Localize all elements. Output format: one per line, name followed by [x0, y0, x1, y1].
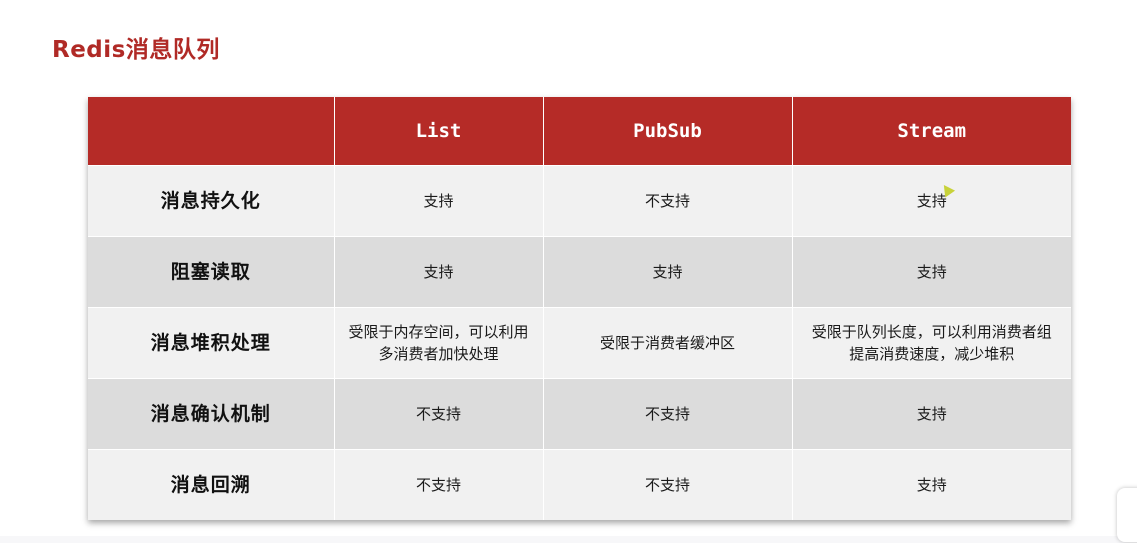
cell-stream: 支持 [792, 378, 1071, 450]
comparison-table: List PubSub Stream 消息持久化 支持 不支持 支持 阻塞读取 … [88, 97, 1071, 520]
cell-stream: 支持 [792, 165, 1071, 237]
cell-pubsub: 支持 [543, 236, 793, 308]
row-label: 消息确认机制 [88, 378, 335, 450]
table-row: 消息确认机制 不支持 不支持 支持 [88, 378, 1071, 450]
cell-list: 受限于内存空间，可以利用多消费者加快处理 [334, 307, 544, 379]
table-row: 消息回溯 不支持 不支持 支持 [88, 449, 1071, 520]
table-row: 消息持久化 支持 不支持 支持 [88, 165, 1071, 237]
cell-pubsub: 不支持 [543, 449, 793, 520]
cell-list: 支持 [334, 236, 544, 308]
row-label: 消息堆积处理 [88, 307, 335, 379]
side-panel-handle[interactable] [1117, 488, 1137, 542]
cell-pubsub: 受限于消费者缓冲区 [543, 307, 793, 379]
cell-list: 支持 [334, 165, 544, 237]
row-label: 消息回溯 [88, 449, 335, 520]
cell-list: 不支持 [334, 378, 544, 450]
cell-pubsub: 不支持 [543, 165, 793, 237]
row-label: 阻塞读取 [88, 236, 335, 308]
bottom-toolbar-strip [0, 536, 1137, 543]
cell-stream: 支持 [792, 236, 1071, 308]
header-stream: Stream [792, 97, 1071, 166]
cell-list: 不支持 [334, 449, 544, 520]
header-corner-cell [88, 97, 335, 166]
cell-stream: 受限于队列长度，可以利用消费者组提高消费速度，减少堆积 [792, 307, 1071, 379]
comparison-table-container: List PubSub Stream 消息持久化 支持 不支持 支持 阻塞读取 … [88, 97, 1071, 520]
cell-stream: 支持 [792, 449, 1071, 520]
table-row: 阻塞读取 支持 支持 支持 [88, 236, 1071, 308]
table-row: 消息堆积处理 受限于内存空间，可以利用多消费者加快处理 受限于消费者缓冲区 受限… [88, 307, 1071, 379]
slide-title: Redis消息队列 [52, 37, 220, 63]
table-header-row: List PubSub Stream [88, 97, 1071, 166]
header-pubsub: PubSub [543, 97, 793, 166]
cell-pubsub: 不支持 [543, 378, 793, 450]
row-label: 消息持久化 [88, 165, 335, 237]
header-list: List [334, 97, 544, 166]
